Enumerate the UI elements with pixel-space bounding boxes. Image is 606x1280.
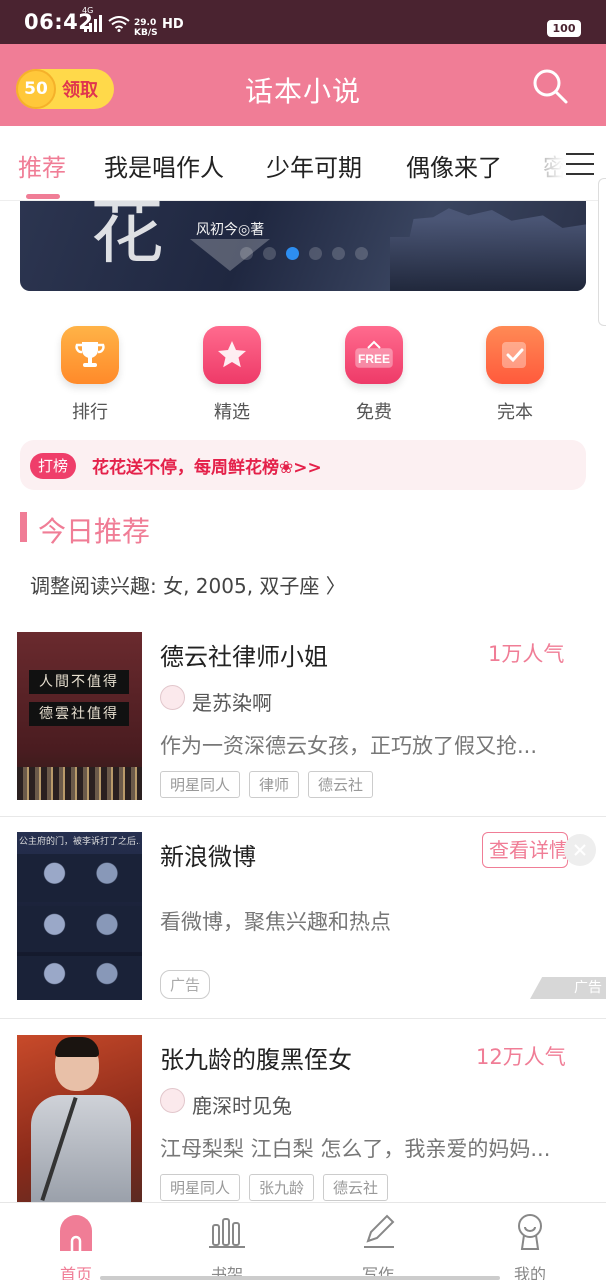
network-speed: 29.0 KB/S bbox=[134, 18, 158, 38]
book-tag[interactable]: 张九龄 bbox=[249, 1174, 315, 1201]
close-icon bbox=[574, 844, 586, 856]
ad-description: 看微博，聚焦兴趣和热点 bbox=[160, 910, 391, 934]
scroll-indicator bbox=[598, 178, 606, 326]
cover-text: 德雲社值得 bbox=[29, 702, 129, 726]
ad-title: 新浪微博 bbox=[160, 843, 256, 871]
section-title: 今日推荐 bbox=[38, 515, 151, 548]
cover-frame bbox=[17, 854, 142, 902]
tab-indicator bbox=[26, 194, 60, 199]
checklist-icon bbox=[486, 326, 544, 384]
cover-crowd bbox=[17, 767, 142, 800]
book-tags: 明星同人 张九龄 德云社 bbox=[160, 1174, 389, 1201]
ad-label: 广告 bbox=[160, 970, 211, 999]
book-description: 作为一资深德云女孩，正巧放了假又抢... bbox=[160, 734, 538, 758]
carousel-dot bbox=[332, 247, 345, 260]
book-tag[interactable]: 明星同人 bbox=[160, 1174, 241, 1201]
list-divider bbox=[0, 1018, 606, 1019]
book-cover bbox=[17, 1035, 142, 1203]
nav-home[interactable]: 首页 bbox=[26, 1211, 126, 1280]
book-tag[interactable]: 德云社 bbox=[308, 771, 374, 798]
ad-cover: 公主府的门，被李诉打了之后... bbox=[17, 832, 142, 1000]
network-type: 4G bbox=[82, 6, 94, 15]
speed-unit: KB/S bbox=[134, 28, 158, 38]
menu-icon bbox=[566, 153, 594, 175]
book-author: 鹿深时见兔 bbox=[192, 1094, 292, 1118]
list-divider bbox=[0, 816, 606, 817]
book-description: 江母梨梨 江白梨 怎么了，我亲爱的妈妈... bbox=[160, 1137, 551, 1161]
cover-frame bbox=[17, 956, 142, 1000]
banner-author: 风初今◎著 bbox=[196, 222, 265, 238]
book-popularity: 1万人气 bbox=[488, 642, 565, 666]
ad-mark: 广告 bbox=[530, 977, 606, 999]
category-label: 完本 bbox=[497, 402, 533, 423]
gesture-bar bbox=[100, 1276, 500, 1280]
battery-icon: 100 bbox=[547, 20, 581, 37]
category-label: 精选 bbox=[214, 402, 250, 423]
adjust-interest-link[interactable]: 调整阅读兴趣: 女, 2005, 双子座 〉 bbox=[30, 570, 346, 599]
category-label: 排行 bbox=[72, 402, 108, 423]
hd-indicator: HD bbox=[162, 17, 184, 32]
book-popularity: 12万人气 bbox=[476, 1045, 566, 1069]
book-cover: 人間不值得 德雲社值得 bbox=[17, 632, 142, 800]
carousel-dot bbox=[355, 247, 368, 260]
status-bar: 06:42 4G 29.0 KB/S HD 100 bbox=[0, 0, 606, 44]
search-icon[interactable] bbox=[530, 66, 570, 106]
book-tag[interactable]: 德云社 bbox=[323, 1174, 389, 1201]
author-avatar bbox=[160, 1088, 185, 1113]
carousel-dot bbox=[309, 247, 322, 260]
category-featured[interactable]: 精选 bbox=[182, 322, 282, 424]
book-tag[interactable]: 律师 bbox=[249, 771, 300, 798]
wifi-icon bbox=[108, 16, 130, 32]
book-author: 是苏染啊 bbox=[192, 691, 272, 715]
bottom-navigation: 首页 书架 写作 我的 bbox=[0, 1202, 606, 1280]
close-ad-button[interactable] bbox=[564, 834, 596, 866]
bookshelf-icon bbox=[209, 1218, 245, 1248]
tab-youth[interactable]: 少年可期 bbox=[266, 148, 362, 183]
book-tags: 明星同人 律师 德云社 bbox=[160, 771, 374, 798]
cover-frame bbox=[17, 906, 142, 952]
profile-icon bbox=[518, 1214, 542, 1250]
category-shortcuts: 排行 精选 FREE 免费 完本 bbox=[0, 322, 606, 432]
cover-text: 人間不值得 bbox=[29, 670, 129, 694]
cover-figure-hair bbox=[55, 1037, 99, 1057]
category-label: 免费 bbox=[356, 402, 392, 423]
author-avatar bbox=[160, 685, 185, 710]
free-icon: FREE bbox=[345, 326, 403, 384]
promo-text: 花花送不停，每周鲜花榜❀>> bbox=[92, 458, 322, 478]
star-icon bbox=[203, 326, 261, 384]
tab-singer[interactable]: 我是唱作人 bbox=[104, 148, 224, 183]
book-tag[interactable]: 明星同人 bbox=[160, 771, 241, 798]
app-header: 50 领取 话本小说 bbox=[0, 44, 606, 126]
carousel-dot bbox=[263, 247, 276, 260]
book-title: 张九龄的腹黑侄女 bbox=[160, 1046, 352, 1074]
view-details-button[interactable]: 查看详情 bbox=[482, 832, 568, 868]
signal-icon: 4G bbox=[82, 6, 102, 32]
promo-banner[interactable]: 打榜 花花送不停，每周鲜花榜❀>> bbox=[20, 440, 586, 490]
app-title: 话本小说 bbox=[244, 75, 361, 108]
cover-caption: 公主府的门，被李诉打了之后... bbox=[19, 837, 140, 847]
more-tabs-button[interactable] bbox=[536, 126, 606, 200]
banner-carousel[interactable]: 花 风初今◎著 bbox=[20, 201, 586, 291]
promo-tag: 打榜 bbox=[30, 453, 77, 479]
carousel-indicator bbox=[240, 247, 368, 260]
tab-recommend[interactable]: 推荐 bbox=[18, 148, 66, 183]
category-tabs: 推荐 我是唱作人 少年可期 偶像来了 密 bbox=[0, 126, 606, 201]
book-title: 德云社律师小姐 bbox=[160, 643, 328, 671]
banner-castle-image bbox=[390, 208, 586, 291]
section-accent-bar bbox=[20, 512, 27, 542]
carousel-dot bbox=[240, 247, 253, 260]
nav-write[interactable]: 写作 bbox=[328, 1211, 428, 1280]
nav-profile[interactable]: 我的 bbox=[480, 1211, 580, 1280]
home-icon bbox=[60, 1215, 92, 1251]
tab-idol[interactable]: 偶像来了 bbox=[406, 148, 502, 183]
trophy-icon bbox=[61, 326, 119, 384]
svg-text:FREE: FREE bbox=[358, 352, 390, 366]
pencil-icon bbox=[364, 1214, 395, 1248]
category-free[interactable]: FREE 免费 bbox=[324, 322, 424, 424]
category-completed[interactable]: 完本 bbox=[465, 322, 565, 424]
carousel-dot-active bbox=[286, 247, 299, 260]
category-ranking[interactable]: 排行 bbox=[40, 322, 140, 424]
speed-value: 29.0 bbox=[134, 18, 157, 28]
nav-bookshelf[interactable]: 书架 bbox=[177, 1211, 277, 1280]
